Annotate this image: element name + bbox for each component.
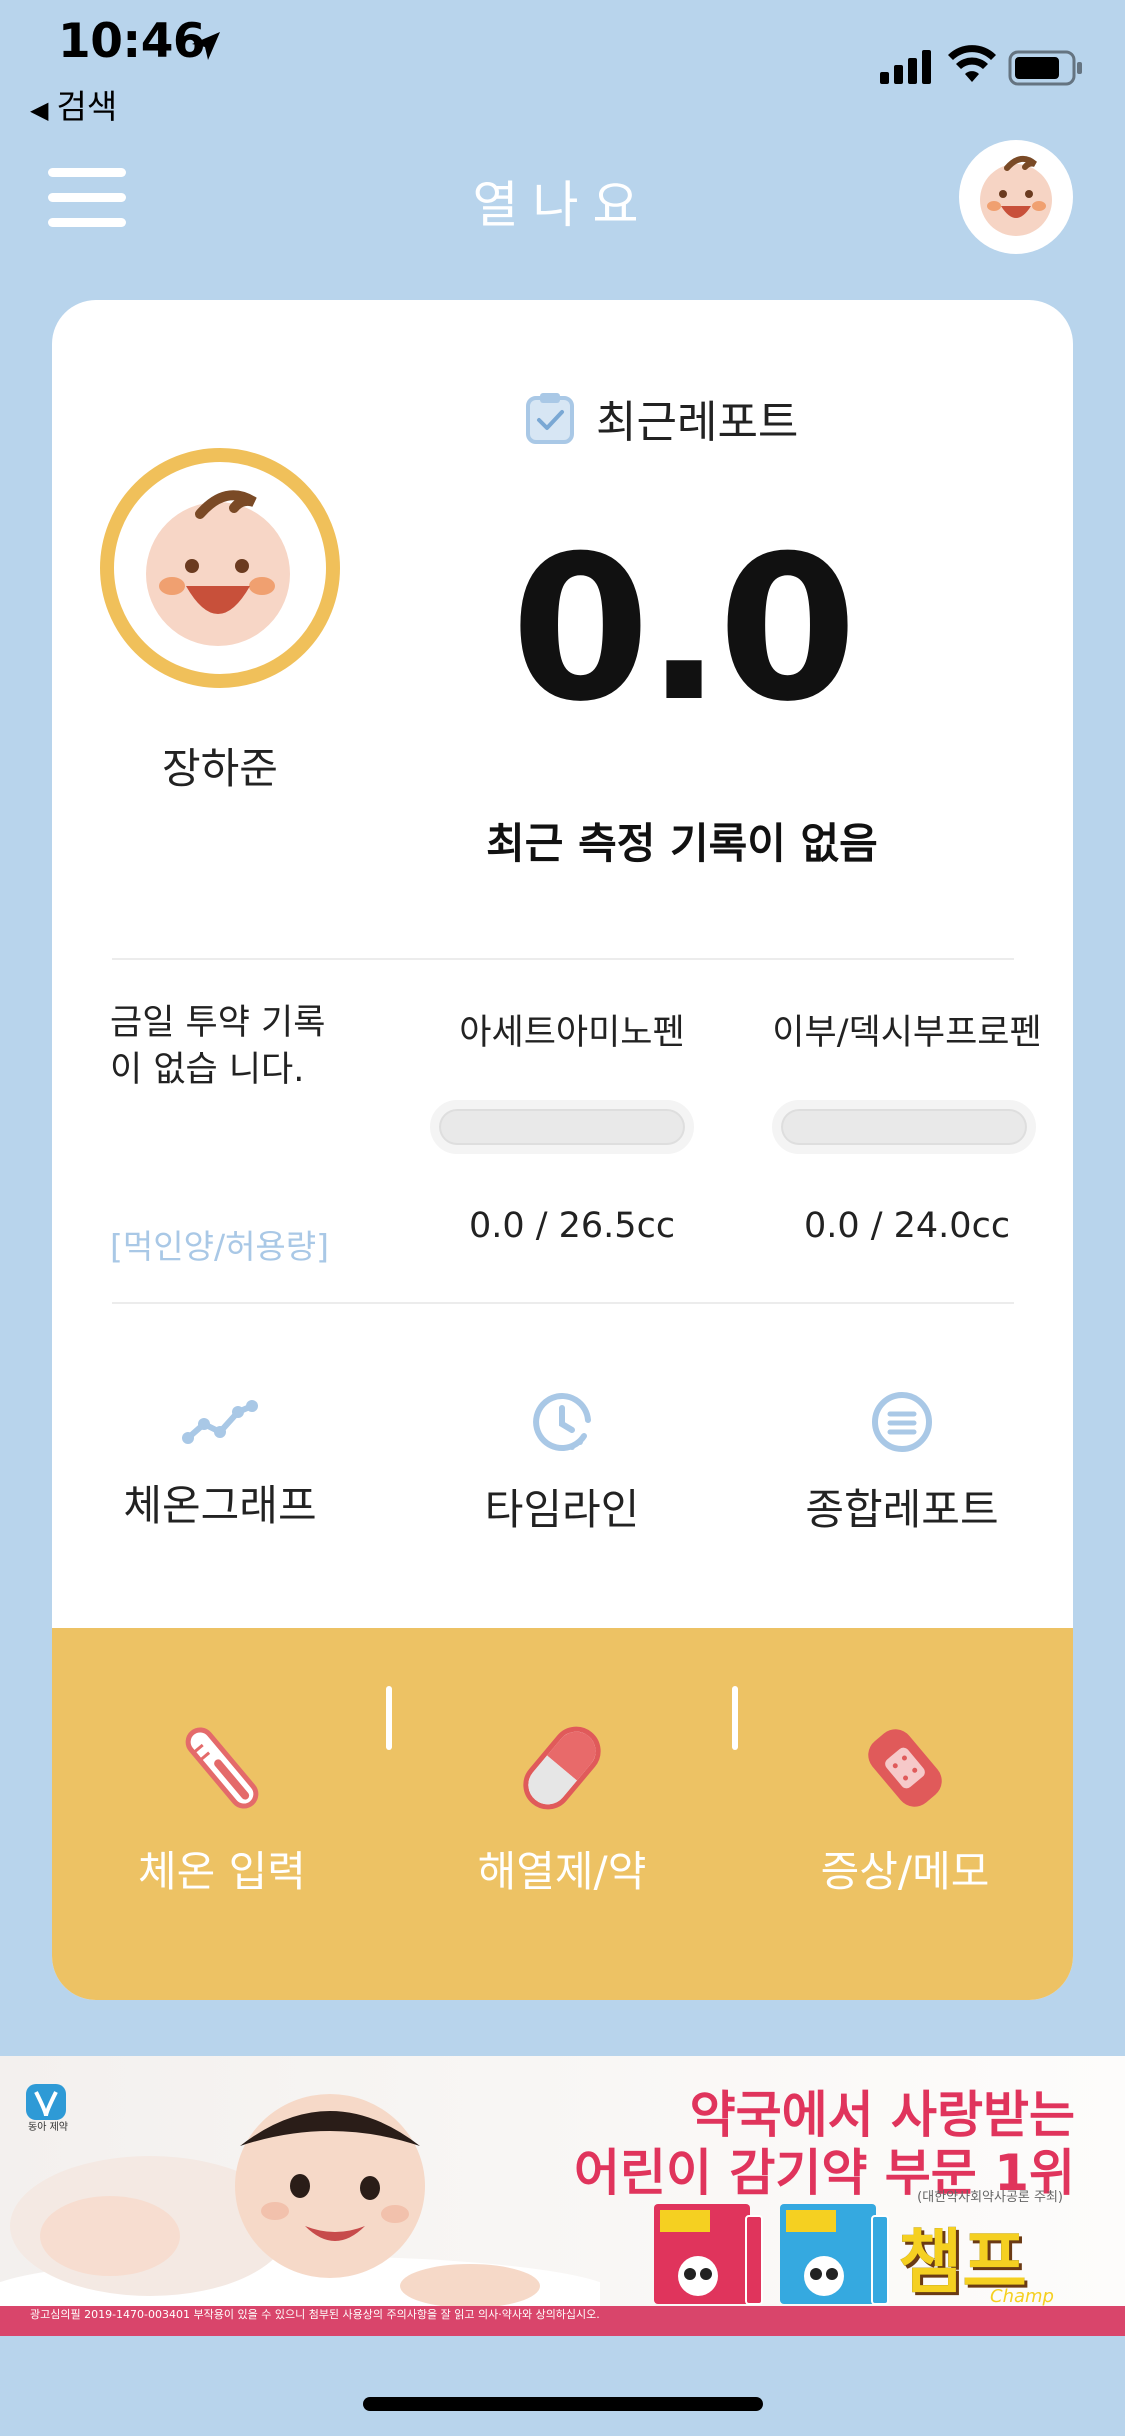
latest-temperature: 0.0	[510, 513, 857, 746]
child-avatar-button[interactable]	[959, 140, 1073, 254]
medication-note: 금일 투약 기록이 없습 니다.	[110, 1003, 326, 1090]
ad-banner[interactable]: 동아 제약 약국에서 사랑받는 어린이 감기약 부문 1위 (대한약사회약사공론…	[0, 2056, 1125, 2336]
ad-headline: 약국에서 사랑받는 어린이 감기약 부문 1위	[574, 2086, 1075, 2202]
location-arrow-icon	[192, 32, 220, 60]
back-label: 검색	[56, 87, 118, 126]
recent-report-link[interactable]: 최근레포트	[522, 386, 798, 450]
back-to-search-link[interactable]: ◀ 검색	[30, 80, 117, 128]
dose-ibuprofen: 0.0 / 24.0cc	[803, 1206, 1011, 1246]
bandage-icon	[868, 1729, 942, 1807]
quick-actions-panel: 체온 입력 해열제/약 증상/메모	[52, 1628, 1073, 2000]
recent-report-label: 최근레포트	[596, 397, 799, 448]
input-temperature-button[interactable]: 체온 입력	[112, 1718, 332, 1899]
input-symptom-memo-button[interactable]: 증상/메모	[795, 1718, 1015, 1899]
nav-label: 타임라인	[484, 1485, 640, 1534]
dose-progress-bar-ibuprofen	[772, 1100, 1036, 1154]
ad-brand-name-en: Champ	[990, 2286, 1054, 2307]
clipboard-check-icon	[526, 393, 574, 444]
graph-icon	[182, 1400, 258, 1444]
ad-footer-strip: 광고심의필 2019-1470-003401 부작용이 있을 수 있으니 첨부된…	[0, 2306, 1125, 2336]
product-boxes	[654, 2204, 889, 2305]
summary-card: 장하준 최근레포트 0.0 최근 측정 기록이 없음 금일 투약 기록이 없습 …	[52, 300, 1073, 2000]
divider	[112, 1302, 1014, 1304]
pill-icon	[523, 1726, 601, 1810]
separator	[732, 1686, 738, 1750]
app-title: 열나요	[472, 176, 653, 234]
battery-icon	[1008, 50, 1082, 86]
drug-name-acetaminophen: 아세트아미노펜	[459, 1013, 685, 1053]
dose-progress-bar-acetaminophen	[430, 1100, 694, 1154]
baby-face-icon	[980, 155, 1052, 236]
profile-name: 장하준	[162, 744, 278, 793]
home-indicator[interactable]	[363, 2397, 763, 2411]
ad-headline-line-1: 약국에서 사랑받는	[689, 2086, 1075, 2144]
nav-timeline[interactable]: 타임라인	[442, 1390, 682, 1537]
measurement-status: 최근 측정 기록이 없음	[486, 819, 878, 868]
action-label: 체온 입력	[138, 1847, 306, 1896]
baby-face-icon	[146, 490, 290, 646]
nav-label: 종합레포트	[805, 1485, 999, 1534]
wifi-icon	[948, 45, 996, 82]
thermometer-icon	[185, 1727, 259, 1809]
nav-temperature-graph[interactable]: 체온그래프	[100, 1390, 340, 1533]
divider	[112, 958, 1014, 960]
dose-ratio-label: [먹인양/허용량]	[110, 1227, 330, 1266]
clock-icon	[533, 1393, 591, 1451]
baby-photo	[0, 2094, 600, 2306]
dose-acetaminophen: 0.0 / 26.5cc	[468, 1206, 676, 1246]
ad-footer-text: 광고심의필 2019-1470-003401 부작용이 있을 수 있으니 첨부된…	[30, 2308, 600, 2321]
action-label: 해열제/약	[477, 1847, 647, 1896]
nav-label: 체온그래프	[123, 1481, 317, 1530]
nav-overall-report[interactable]: 종합레포트	[782, 1390, 1022, 1537]
status-time: 10:46	[58, 14, 206, 69]
drug-name-ibuprofen: 이부/덱시부프로펜	[772, 1013, 1042, 1053]
ad-subtext: (대한약사회약사공론 주최)	[917, 2190, 1063, 2205]
action-label: 증상/메모	[820, 1847, 990, 1896]
list-icon	[872, 1392, 932, 1452]
separator	[386, 1686, 392, 1750]
input-medicine-button[interactable]: 해열제/약	[452, 1718, 672, 1899]
profile-avatar[interactable]	[100, 448, 340, 688]
signal-icon	[880, 50, 931, 84]
back-triangle-icon: ◀	[30, 96, 49, 124]
